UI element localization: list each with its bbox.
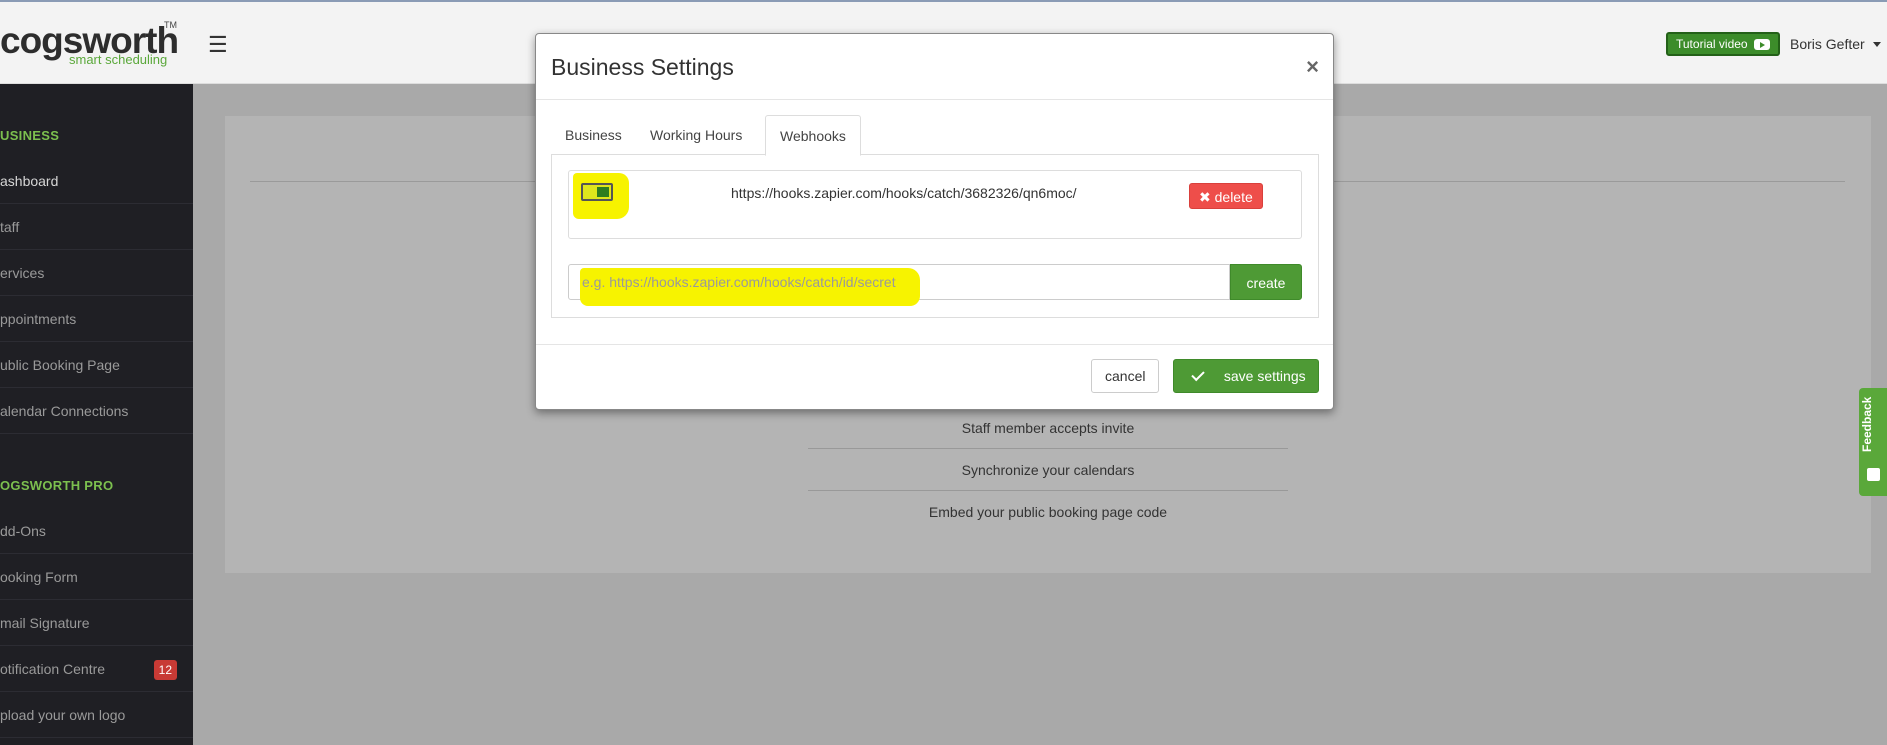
sidebar-item-upload-logo[interactable]: pload your own logo bbox=[0, 692, 193, 738]
sidebar-item-notification-centre[interactable]: otification Centre 12 bbox=[0, 646, 193, 692]
cogsworth-logo[interactable]: cogsworth TM smart scheduling bbox=[0, 16, 180, 72]
sidebar-item-dashboard[interactable]: ashboard bbox=[0, 158, 193, 204]
settings-tabs: Business Working Hours Webhooks bbox=[551, 115, 1319, 156]
delete-label: delete bbox=[1214, 189, 1253, 205]
setup-step[interactable]: Staff member accepts invite bbox=[808, 407, 1288, 449]
youtube-play-icon bbox=[1753, 38, 1770, 50]
webhook-url-placeholder: e.g. https://hooks.zapier.com/hooks/catc… bbox=[582, 274, 896, 290]
logo-trademark: TM bbox=[164, 20, 177, 30]
sidebar-item-add-ons[interactable]: dd-Ons bbox=[0, 508, 193, 554]
sidebar-item-email-signature[interactable]: mail Signature bbox=[0, 600, 193, 646]
sidebar-item-appointments[interactable]: ppointments bbox=[0, 296, 193, 342]
setup-step[interactable]: Embed your public booking page code bbox=[808, 491, 1288, 533]
logo-tagline: smart scheduling bbox=[69, 52, 168, 67]
sidebar-item-staff[interactable]: taff bbox=[0, 204, 193, 250]
sidebar-item-booking-form[interactable]: ooking Form bbox=[0, 554, 193, 600]
save-settings-button[interactable]: save settings bbox=[1173, 359, 1319, 393]
webhooks-pane: https://hooks.zapier.com/hooks/catch/368… bbox=[551, 154, 1319, 318]
user-menu[interactable]: Boris Gefter bbox=[1790, 36, 1881, 52]
user-name: Boris Gefter bbox=[1790, 36, 1865, 52]
feedback-face-icon bbox=[1867, 468, 1880, 481]
business-settings-modal: Business Settings × Business Working Hou… bbox=[535, 33, 1334, 410]
sidebar-item-services[interactable]: ervices bbox=[0, 250, 193, 296]
cancel-button[interactable]: cancel bbox=[1091, 359, 1160, 393]
webhook-enabled-toggle[interactable] bbox=[581, 183, 613, 201]
feedback-label: Feedback bbox=[1860, 396, 1874, 452]
tab-working-hours[interactable]: Working Hours bbox=[636, 115, 756, 155]
tutorial-video-button[interactable]: Tutorial video bbox=[1666, 32, 1780, 56]
save-settings-label: save settings bbox=[1223, 368, 1306, 384]
create-webhook-button[interactable]: create bbox=[1230, 264, 1302, 300]
sidebar-section-business: USINESS bbox=[0, 128, 60, 143]
setup-step[interactable]: Synchronize your calendars bbox=[808, 449, 1288, 491]
delete-webhook-button[interactable]: ✖ delete bbox=[1189, 183, 1263, 209]
feedback-tab[interactable]: Feedback bbox=[1859, 388, 1887, 496]
check-icon bbox=[1191, 367, 1205, 382]
modal-header: Business Settings × bbox=[536, 34, 1333, 100]
webhook-row: https://hooks.zapier.com/hooks/catch/368… bbox=[568, 170, 1302, 239]
notification-count-badge: 12 bbox=[153, 660, 177, 680]
sidebar-item-calendar-connections[interactable]: alendar Connections bbox=[0, 388, 193, 434]
close-icon[interactable]: × bbox=[1306, 54, 1319, 80]
create-webhook-group: e.g. https://hooks.zapier.com/hooks/catc… bbox=[568, 264, 1302, 306]
toggle-knob bbox=[597, 187, 609, 197]
sidebar-item-public-booking-page[interactable]: ublic Booking Page bbox=[0, 342, 193, 388]
close-icon: ✖ bbox=[1199, 189, 1211, 205]
tutorial-video-label: Tutorial video bbox=[1676, 37, 1748, 51]
hamburger-menu-icon[interactable]: ☰ bbox=[208, 32, 228, 58]
modal-footer: cancel save settings bbox=[536, 344, 1333, 410]
tab-business[interactable]: Business bbox=[551, 115, 636, 155]
caret-down-icon bbox=[1872, 41, 1881, 47]
modal-title: Business Settings bbox=[551, 54, 734, 80]
sidebar-item-label: otification Centre bbox=[0, 661, 106, 677]
sidebar: USINESS ashboard taff ervices ppointment… bbox=[0, 84, 193, 745]
sidebar-section-cogsworth-pro: OGSWORTH PRO bbox=[0, 478, 114, 493]
webhook-url: https://hooks.zapier.com/hooks/catch/368… bbox=[731, 185, 1077, 201]
tab-webhooks[interactable]: Webhooks bbox=[765, 115, 861, 156]
